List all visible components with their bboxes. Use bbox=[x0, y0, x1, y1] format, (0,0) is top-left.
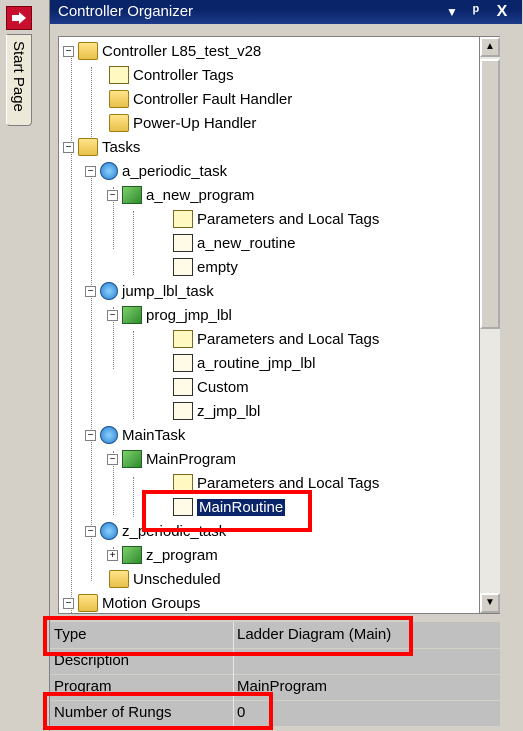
tree-item-task-main[interactable]: − MainTask bbox=[85, 423, 185, 447]
dropdown-arrow-icon[interactable]: ▼ bbox=[442, 2, 462, 22]
tree-item-routine-empty[interactable]: empty bbox=[173, 255, 238, 279]
main-routine-icon bbox=[173, 354, 193, 372]
collapse-toggle-icon[interactable]: − bbox=[85, 429, 96, 441]
tree-item-task-jump-lbl[interactable]: − jump_lbl_task bbox=[85, 279, 214, 303]
highlight-box-rungs bbox=[43, 692, 273, 730]
tree-item-powerup-handler[interactable]: Power-Up Handler bbox=[109, 111, 256, 135]
folder-icon bbox=[78, 42, 98, 60]
tree-item-params-2[interactable]: Parameters and Local Tags bbox=[173, 327, 379, 351]
panel-title: Controller Organizer bbox=[58, 3, 194, 20]
periodic-task-icon bbox=[100, 522, 118, 540]
folder-icon bbox=[109, 90, 129, 108]
tags-icon bbox=[109, 66, 129, 84]
program-icon bbox=[122, 186, 142, 204]
program-icon bbox=[122, 546, 142, 564]
folder-icon bbox=[109, 570, 129, 588]
tags-icon bbox=[173, 210, 193, 228]
tree-item-routine-custom[interactable]: Custom bbox=[173, 375, 249, 399]
tree-item-program-a-new[interactable]: − a_new_program bbox=[107, 183, 254, 207]
folder-icon bbox=[109, 114, 129, 132]
collapse-toggle-icon[interactable]: − bbox=[63, 141, 74, 153]
collapse-toggle-icon[interactable]: − bbox=[107, 453, 118, 465]
program-icon bbox=[122, 306, 142, 324]
tree-item-motion-groups[interactable]: − Motion Groups bbox=[63, 591, 200, 613]
highlight-box-routine bbox=[142, 490, 312, 532]
tree-item-routine-a-routine-jmp-lbl[interactable]: a_routine_jmp_lbl bbox=[173, 351, 315, 375]
tree-item-program-main[interactable]: − MainProgram bbox=[107, 447, 236, 471]
tree-item-unscheduled[interactable]: Unscheduled bbox=[109, 567, 221, 591]
pin-icon[interactable]: ᵖ bbox=[466, 2, 486, 22]
collapse-toggle-icon[interactable]: − bbox=[63, 597, 74, 609]
tree-item-program-prog-jmp-lbl[interactable]: − prog_jmp_lbl bbox=[107, 303, 232, 327]
scroll-down-button[interactable]: ▼ bbox=[480, 593, 500, 613]
collapse-toggle-icon[interactable]: − bbox=[107, 189, 118, 201]
tree-item-controller-fault-handler[interactable]: Controller Fault Handler bbox=[109, 87, 292, 111]
collapse-toggle-icon[interactable]: − bbox=[85, 285, 96, 297]
dock-arrow-icon[interactable] bbox=[6, 6, 32, 30]
tree-scrollbar[interactable]: ▲ ▼ bbox=[480, 36, 500, 614]
close-icon[interactable]: X bbox=[492, 2, 512, 22]
tags-icon bbox=[173, 330, 193, 348]
main-routine-icon bbox=[173, 234, 193, 252]
highlight-box-type bbox=[43, 616, 413, 656]
periodic-task-icon bbox=[100, 282, 118, 300]
start-page-tab[interactable]: Start Page bbox=[6, 34, 32, 126]
tree-item-params-1[interactable]: Parameters and Local Tags bbox=[173, 207, 379, 231]
tree-item-controller[interactable]: − Controller L85_test_v28 bbox=[63, 39, 261, 63]
collapse-toggle-icon[interactable]: − bbox=[107, 309, 118, 321]
tree-item-routine-z-jmp-lbl[interactable]: z_jmp_lbl bbox=[173, 399, 260, 423]
scroll-up-button[interactable]: ▲ bbox=[480, 37, 500, 57]
panel-titlebar: Controller Organizer ▼ ᵖ X bbox=[50, 0, 522, 24]
collapse-toggle-icon[interactable]: − bbox=[85, 525, 96, 537]
tree-item-controller-tags[interactable]: Controller Tags bbox=[109, 63, 234, 87]
program-icon bbox=[122, 450, 142, 468]
tree-item-program-z[interactable]: + z_program bbox=[107, 543, 218, 567]
scroll-thumb[interactable] bbox=[480, 59, 500, 329]
left-dock-strip: Start Page bbox=[0, 0, 38, 731]
continuous-task-icon bbox=[100, 426, 118, 444]
tree-item-task-a-periodic[interactable]: − a_periodic_task bbox=[85, 159, 227, 183]
start-page-label: Start Page bbox=[10, 41, 27, 112]
collapse-toggle-icon[interactable]: − bbox=[63, 45, 74, 57]
periodic-task-icon bbox=[100, 162, 118, 180]
routine-icon bbox=[173, 378, 193, 396]
expand-toggle-icon[interactable]: + bbox=[107, 549, 118, 561]
folder-icon bbox=[78, 594, 98, 612]
folder-icon bbox=[78, 138, 98, 156]
collapse-toggle-icon[interactable]: − bbox=[85, 165, 96, 177]
routine-icon bbox=[173, 258, 193, 276]
routine-icon bbox=[173, 402, 193, 420]
tree-item-routine-a-new[interactable]: a_new_routine bbox=[173, 231, 295, 255]
tree-item-tasks[interactable]: − Tasks bbox=[63, 135, 140, 159]
